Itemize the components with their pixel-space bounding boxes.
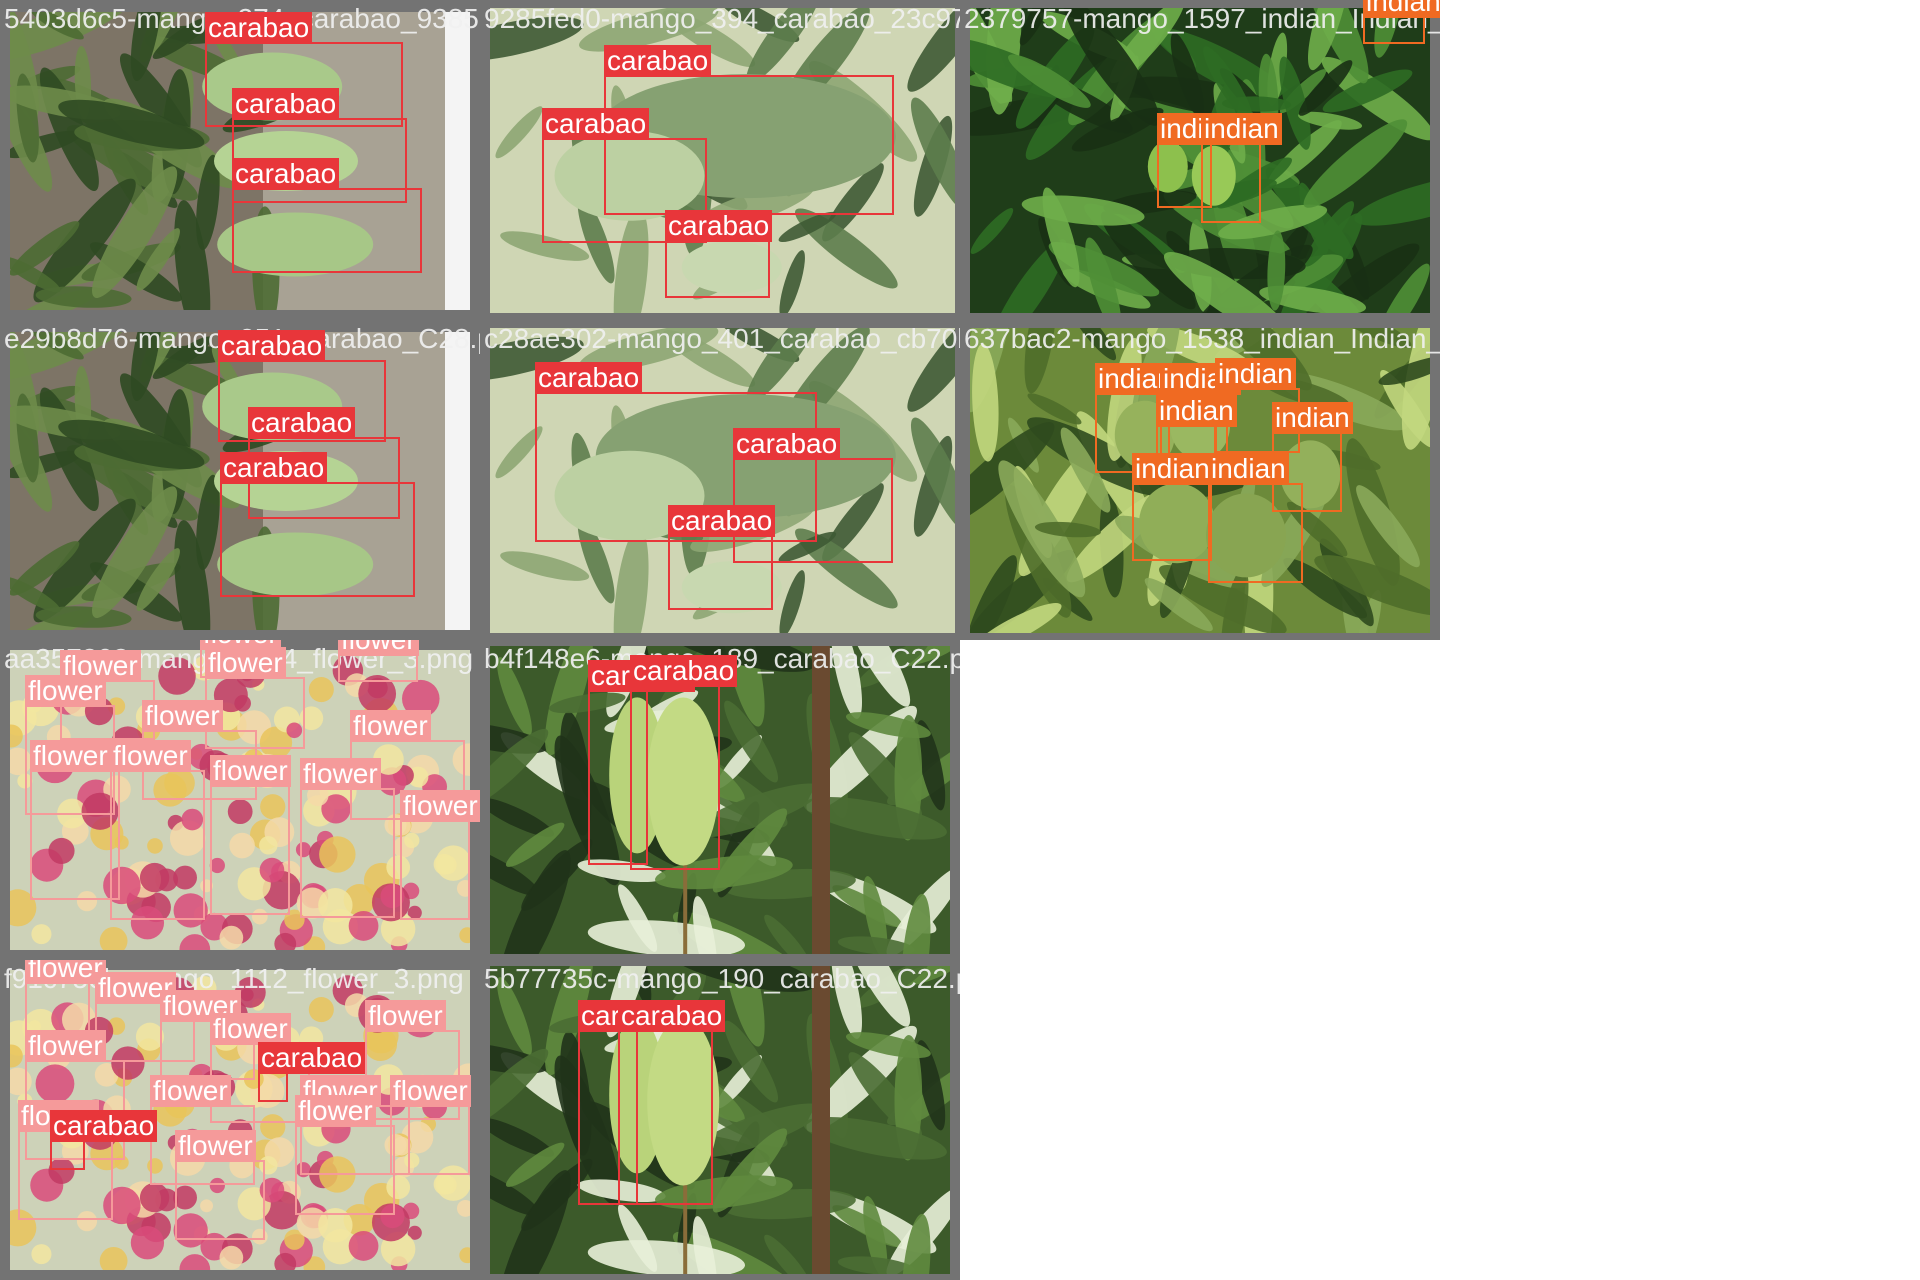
detection-box-flower: flower bbox=[110, 740, 205, 920]
detection-box-carabao: carabao bbox=[665, 210, 773, 298]
detection-box-flower: flower bbox=[175, 1130, 265, 1240]
tile: indian indian indian indian indian indian indi… bbox=[960, 320, 1440, 640]
detection-box-flower: flower bbox=[338, 640, 419, 682]
tile: flower flower flower flower flower flower flow… bbox=[0, 960, 480, 1280]
detection-box-indian: indian bbox=[1201, 113, 1282, 223]
tile: carabaocarabaocarabao5403d6c5-mango_274_… bbox=[0, 0, 480, 320]
detection-label: carabao bbox=[205, 12, 313, 44]
detection-box-carabao: carabao bbox=[50, 1110, 158, 1170]
detection-box-carabao: carabao bbox=[232, 158, 422, 273]
detection-label: flower bbox=[150, 1075, 231, 1107]
detection-box-indian: indian bbox=[1363, 0, 1440, 44]
detection-label: flower bbox=[338, 640, 419, 656]
detection-box-carabao: carabao bbox=[630, 655, 738, 870]
detection-box-flower: flower bbox=[400, 790, 480, 920]
detection-label: flower bbox=[210, 755, 291, 787]
detection-label: indian bbox=[1156, 395, 1237, 427]
tile: carabaocarabaob4f148e6-mango_189_carabao… bbox=[480, 640, 960, 960]
detection-box-flower: flower bbox=[30, 740, 120, 900]
detection-label: flower bbox=[295, 1095, 376, 1127]
detection-label: flower bbox=[365, 1000, 446, 1032]
detection-label: indian bbox=[1201, 113, 1282, 145]
detection-label: carabao bbox=[668, 505, 776, 537]
detection-label: indian bbox=[1215, 358, 1296, 390]
detection-box-carabao: carabao bbox=[618, 1000, 726, 1205]
detection-label: flower bbox=[400, 790, 480, 822]
detection-label: carabao bbox=[542, 108, 650, 140]
detection-label: carabao bbox=[232, 158, 340, 190]
detection-box-indian: indian bbox=[1132, 453, 1213, 561]
detection-box-flower: flower bbox=[390, 1075, 471, 1175]
detection-label: flower bbox=[175, 1130, 256, 1162]
detection-label: flower bbox=[25, 675, 106, 707]
detection-mosaic: carabaocarabaocarabao5403d6c5-mango_274_… bbox=[0, 0, 1920, 1280]
detection-box-indian: indian bbox=[1208, 453, 1303, 583]
detection-label: carabao bbox=[618, 1000, 726, 1032]
detection-label: carabao bbox=[218, 330, 326, 362]
tile: indian indian indian 2379757-mango_1597_ind… bbox=[960, 0, 1440, 320]
detection-label: flower bbox=[142, 700, 223, 732]
detection-label: flower bbox=[25, 1030, 106, 1062]
detection-label: carabao bbox=[665, 210, 773, 242]
detection-label: carabao bbox=[535, 362, 643, 394]
detection-box-flower: flower bbox=[25, 960, 106, 1032]
detection-label: flower bbox=[25, 960, 106, 984]
detection-box-flower: flower bbox=[300, 758, 395, 918]
detection-label: flower bbox=[390, 1075, 471, 1107]
detection-label: carabao bbox=[630, 655, 738, 687]
detection-label: flower bbox=[110, 740, 191, 772]
detection-label: carabao bbox=[220, 452, 328, 484]
detection-label: indian bbox=[1272, 402, 1353, 434]
detection-label: indian bbox=[1363, 0, 1440, 18]
detection-label: flower bbox=[205, 647, 286, 679]
photo bbox=[490, 646, 950, 954]
detection-label: carabao bbox=[258, 1042, 366, 1074]
detection-box-carabao: carabao bbox=[258, 1042, 366, 1102]
detection-label: flower bbox=[300, 758, 381, 790]
detection-label: carabao bbox=[248, 407, 356, 439]
detection-label: indian bbox=[1132, 453, 1213, 485]
detection-label: carabao bbox=[232, 88, 340, 120]
tile: carabao carabao carabao c28ae302-mango_401_… bbox=[480, 320, 960, 640]
detection-label: flower bbox=[350, 710, 431, 742]
detection-box-carabao: carabao bbox=[220, 452, 415, 597]
detection-label: flower bbox=[210, 1013, 291, 1045]
tile: carabaocarabao5b77735c-mango_190_carabao… bbox=[480, 960, 960, 1280]
tile: flower flower flower flower flower flower flow… bbox=[0, 640, 480, 960]
tile: carabaocarabaocarabaoe29b8d76-mango_251_… bbox=[0, 320, 480, 640]
detection-label: flower bbox=[30, 740, 111, 772]
detection-label: indian bbox=[1208, 453, 1289, 485]
detection-label: carabao bbox=[50, 1110, 158, 1142]
detection-label: carabao bbox=[733, 428, 841, 460]
detection-box-carabao: carabao bbox=[668, 505, 776, 610]
tile: carabao carabao carabao 9285fed0-mango_394_… bbox=[480, 0, 960, 320]
detection-box-flower: flower bbox=[295, 1095, 395, 1215]
detection-box-flower: flower bbox=[210, 755, 291, 915]
detection-label: carabao bbox=[604, 45, 712, 77]
